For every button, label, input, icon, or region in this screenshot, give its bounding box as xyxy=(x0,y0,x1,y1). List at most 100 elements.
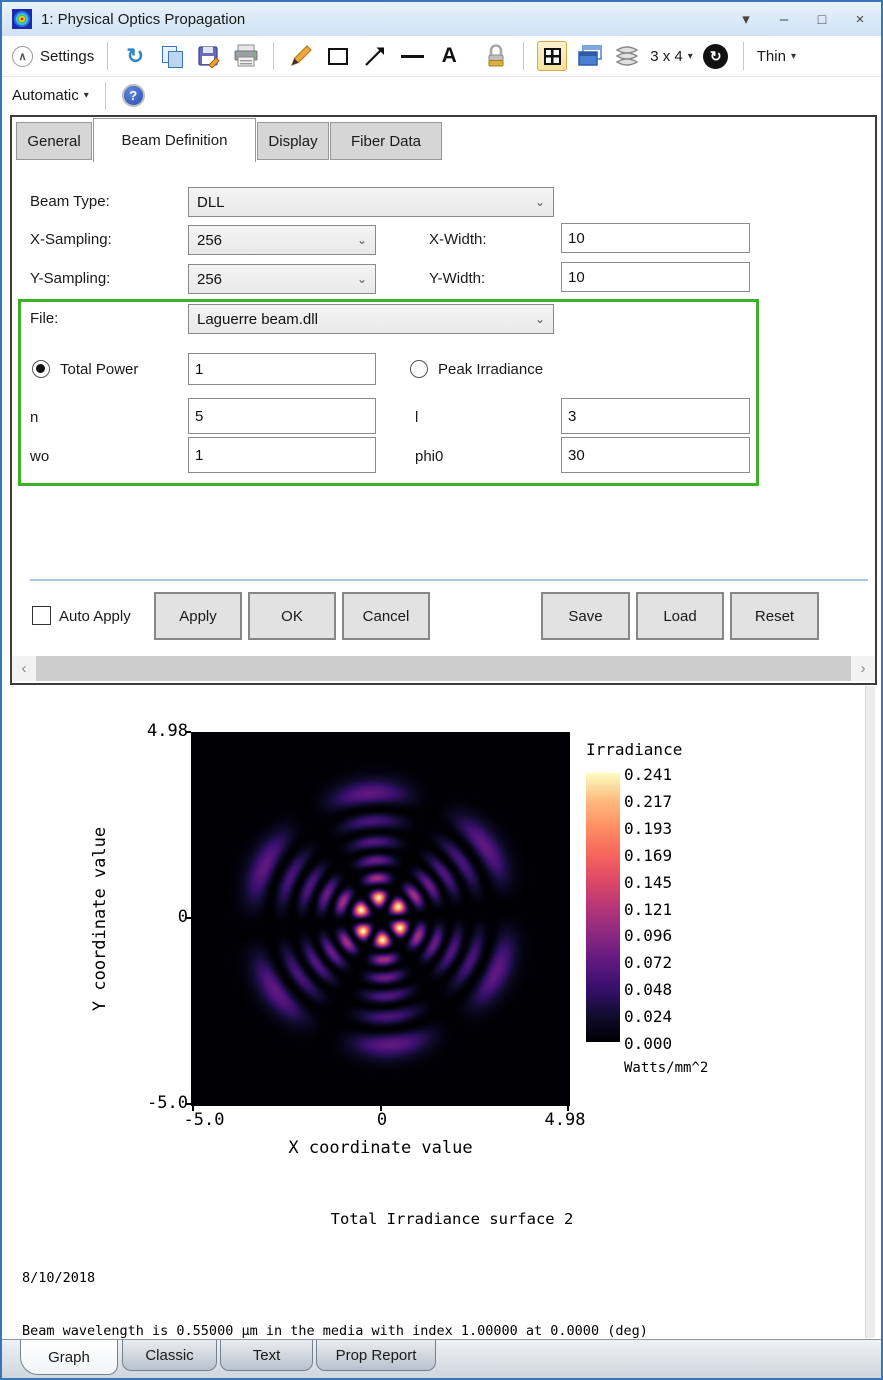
beam-type-value: DLL xyxy=(197,193,225,211)
tab-label: Prop Report xyxy=(335,1346,417,1364)
tab-prop-report[interactable]: Prop Report xyxy=(316,1340,436,1371)
text-annotation-button[interactable]: A xyxy=(435,41,463,71)
beam-type-select[interactable]: DLL ⌄ xyxy=(188,187,554,217)
l-field[interactable] xyxy=(561,398,750,434)
y-tickmark xyxy=(186,917,191,919)
x-tickmark xyxy=(567,1106,569,1111)
toolbar-separator xyxy=(107,42,109,70)
x-tick-right: 4.98 xyxy=(544,1110,586,1130)
pencil-icon xyxy=(291,45,313,67)
print-button[interactable] xyxy=(232,41,260,71)
window-title: 1: Physical Optics Propagation xyxy=(41,10,246,28)
chevron-down-icon: ▾ xyxy=(83,90,89,101)
tab-display[interactable]: Display xyxy=(257,122,329,160)
chart-title: Total Irradiance surface 2 xyxy=(330,1210,574,1228)
n-field[interactable] xyxy=(188,398,376,434)
phi0-field[interactable] xyxy=(561,437,750,473)
vertical-scrollbar[interactable] xyxy=(865,686,875,1338)
scroll-right-icon[interactable]: › xyxy=(851,656,875,681)
floppy-save-icon xyxy=(198,46,220,68)
total-power-label: Total Power xyxy=(60,361,139,378)
line-thickness-dropdown[interactable]: Thin ▾ xyxy=(757,48,796,65)
y-width-field[interactable] xyxy=(561,262,750,292)
y-sampling-select[interactable]: 256 ⌄ xyxy=(188,264,376,294)
file-value: Laguerre beam.dll xyxy=(197,310,318,328)
n-label: n xyxy=(30,409,39,426)
colorbar-unit: Watts/mm^2 xyxy=(624,1060,709,1076)
chevron-down-icon: ▾ xyxy=(687,50,693,62)
wo-field[interactable] xyxy=(188,437,376,473)
tile-windows-button[interactable] xyxy=(537,41,568,71)
total-power-field[interactable] xyxy=(188,353,376,385)
grid-size-dropdown[interactable]: 3 x 4 ▾ xyxy=(650,48,693,65)
lock-button[interactable] xyxy=(482,41,510,71)
wo-label: wo xyxy=(30,448,50,465)
scroll-left-icon[interactable]: ‹ xyxy=(12,656,36,681)
tab-label: Graph xyxy=(48,1348,90,1366)
colorbar-title: Irradiance xyxy=(586,740,683,759)
tab-general[interactable]: General xyxy=(16,122,92,160)
line-icon xyxy=(400,54,424,58)
total-power-radio[interactable] xyxy=(32,360,50,378)
chevron-down-icon: ⌄ xyxy=(356,233,367,247)
toolbar-separator xyxy=(742,42,744,70)
horizontal-scrollbar[interactable]: ‹ › xyxy=(12,656,875,681)
cancel-button[interactable]: Cancel xyxy=(342,592,430,640)
y-sampling-label: Y-Sampling: xyxy=(30,270,111,287)
reset-button[interactable]: Reset xyxy=(730,592,819,640)
layers-button[interactable] xyxy=(613,41,641,71)
tab-fiber-data[interactable]: Fiber Data xyxy=(330,122,442,160)
automatic-mode-dropdown[interactable]: Automatic ▾ xyxy=(12,87,89,104)
arrow-annotation-button[interactable] xyxy=(361,41,389,71)
y-sampling-value: 256 xyxy=(197,270,223,288)
x-axis-title: X coordinate value xyxy=(288,1138,473,1158)
rectangle-annotation-button[interactable] xyxy=(324,41,352,71)
colorbar-tick: 0.169 xyxy=(624,845,673,865)
load-button[interactable]: Load xyxy=(636,592,724,640)
maximize-icon[interactable]: □ xyxy=(811,11,833,27)
cascade-windows-button[interactable] xyxy=(576,41,604,71)
chevron-down-icon: ▾ xyxy=(790,50,796,62)
loop-animation-button[interactable]: ↻ xyxy=(702,41,730,71)
tab-text[interactable]: Text xyxy=(220,1340,313,1371)
x-width-label: X-Width: xyxy=(429,231,487,248)
settings-toggle[interactable]: ∧ Settings xyxy=(12,45,95,67)
colorbar-tick-labels: 0.241 0.217 0.193 0.169 0.145 0.121 0.09… xyxy=(624,762,672,1058)
apply-button[interactable]: Apply xyxy=(154,592,242,640)
help-icon[interactable]: ? xyxy=(121,84,145,107)
x-sampling-value: 256 xyxy=(197,231,223,249)
text-icon: A xyxy=(441,44,457,67)
refresh-button[interactable]: ↻ xyxy=(121,41,149,71)
peak-irradiance-radio[interactable] xyxy=(410,360,428,378)
view-tab-bar: Graph Classic Text Prop Report xyxy=(2,1339,881,1378)
pencil-annotation-button[interactable] xyxy=(287,41,315,71)
close-icon[interactable]: × xyxy=(849,11,871,28)
line-annotation-button[interactable] xyxy=(398,41,426,71)
y-axis-title: Y coordinate value xyxy=(90,826,110,1012)
settings-label: Settings xyxy=(40,47,95,65)
x-tickmark xyxy=(192,1106,194,1111)
tab-classic[interactable]: Classic xyxy=(122,1340,217,1371)
y-tick-top: 4.98 xyxy=(147,721,188,741)
peak-irradiance-label: Peak Irradiance xyxy=(438,361,544,378)
tab-beam-definition[interactable]: Beam Definition xyxy=(93,118,256,162)
tab-label: General xyxy=(27,132,81,150)
window-menu-icon[interactable]: ▾ xyxy=(735,10,757,28)
copy-button[interactable] xyxy=(158,41,186,71)
minimize-icon[interactable]: – xyxy=(773,11,795,28)
chevron-down-icon: ⌄ xyxy=(534,312,545,326)
cascade-windows-icon xyxy=(578,45,602,66)
file-select[interactable]: Laguerre beam.dll ⌄ xyxy=(188,304,554,334)
toolbar-separator xyxy=(104,81,106,110)
report-line: Beam wavelength is 0.55000 µm in the med… xyxy=(22,1322,648,1339)
colorbar-tick: 0.241 xyxy=(624,765,673,784)
auto-apply-checkbox[interactable] xyxy=(32,606,51,625)
tab-graph[interactable]: Graph xyxy=(20,1340,118,1375)
save-button[interactable]: Save xyxy=(541,592,630,640)
x-sampling-select[interactable]: 256 ⌄ xyxy=(188,225,376,255)
save-image-button[interactable] xyxy=(195,41,223,71)
window-controls: ▾ – □ × xyxy=(735,10,871,29)
secondary-toolbar: Automatic ▾ ? xyxy=(2,76,881,114)
x-width-field[interactable] xyxy=(561,223,750,253)
ok-button[interactable]: OK xyxy=(248,592,336,640)
